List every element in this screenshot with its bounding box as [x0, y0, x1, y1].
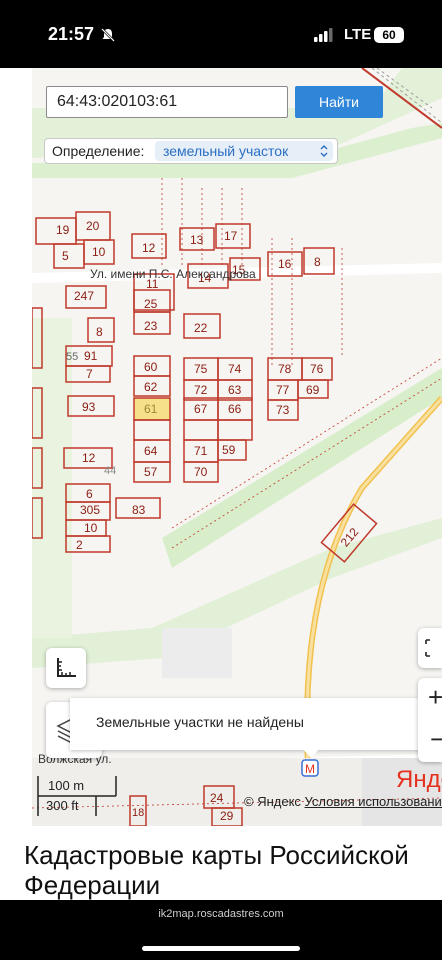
parcel-label: 74	[228, 362, 242, 376]
parcel-label: 75	[194, 362, 208, 376]
definition-selector: Определение: земельный участок	[44, 138, 338, 164]
parcel-label: 8	[96, 325, 103, 339]
parcel-label: 73	[276, 403, 290, 417]
ruler-button[interactable]	[46, 648, 86, 688]
parcel-label: 25	[144, 297, 158, 311]
parcel-label: 62	[144, 380, 158, 394]
web-content: 19 20 10 5 12 13 17 15 14 16 8 11 247 25…	[0, 68, 442, 900]
terms-link[interactable]: Условия использования	[305, 794, 442, 809]
parcel-label: 6	[86, 487, 93, 501]
parcel-label: 57	[144, 465, 158, 479]
battery-indicator: 60	[374, 27, 404, 43]
map-copyright: © Яндекс Условия использования	[244, 794, 442, 809]
parcel-label: 13	[190, 233, 204, 247]
parcel-label: 12	[82, 451, 96, 465]
signal-icon	[314, 28, 333, 42]
browser-bar: ik2map.roscadastres.com	[0, 900, 442, 960]
parcel-label: 60	[144, 360, 158, 374]
parcel-label: 70	[194, 465, 208, 479]
page-title: Кадастровые карты Российской Федерации	[24, 840, 409, 900]
parcel-label: 72	[194, 383, 208, 397]
bell-slash-icon	[101, 28, 115, 42]
parcel-label: 24	[210, 791, 224, 805]
scale-meters: 100 m	[48, 778, 85, 793]
zoom-controls: + −	[418, 678, 442, 762]
status-bar: 21:57 LTE 60	[0, 0, 442, 68]
parcel-label: 78	[278, 362, 292, 376]
street-label: Ул. имени П.С. Александрова	[90, 267, 256, 281]
parcel-label: 69	[306, 383, 320, 397]
parcel-label: 71	[194, 444, 208, 458]
parcel-label: 64	[144, 444, 158, 458]
parcel-label: 44	[104, 465, 116, 477]
parcel-label: 93	[82, 400, 96, 414]
definition-selected-value: земельный участок	[163, 143, 289, 159]
parcel-label: 63	[228, 383, 242, 397]
parcel-label: 7	[86, 367, 93, 381]
parcel-label: 83	[132, 503, 146, 517]
map-brand-logo: Янде	[396, 766, 442, 793]
search-input-value: 64:43:020103:61	[57, 93, 178, 110]
popup-pointer	[302, 748, 320, 758]
parcel-label: 29	[220, 809, 234, 823]
parcel-label: 2	[76, 538, 83, 552]
parcel-label: 247	[74, 289, 94, 303]
status-time: 21:57	[48, 24, 95, 44]
not-found-message: Земельные участки не найдены	[96, 714, 304, 730]
cadastral-search-input[interactable]: 64:43:020103:61	[46, 86, 288, 118]
parcel-label: 22	[194, 321, 208, 335]
parcel-label: 59	[222, 443, 236, 457]
definition-label: Определение:	[52, 143, 145, 159]
parcel-label: 77	[276, 383, 290, 397]
parcel-label: 23	[144, 319, 158, 333]
not-found-popup: Земельные участки не найдены	[70, 698, 420, 758]
copyright-text: © Яндекс	[244, 794, 301, 809]
fullscreen-icon	[425, 639, 430, 657]
parcel-label: 91	[84, 349, 98, 363]
parcel-label: 76	[310, 362, 324, 376]
parcel-label: 305	[80, 503, 100, 517]
parcel-label: 20	[86, 219, 100, 233]
svg-text:M: M	[305, 762, 315, 776]
fullscreen-button[interactable]	[418, 628, 442, 668]
parcel-label: 17	[224, 229, 238, 243]
parcel-label: 10	[92, 245, 106, 259]
parcel-label: 8	[314, 255, 321, 269]
parcel-label: 10	[84, 521, 98, 535]
parcel-label: 16	[278, 257, 292, 271]
parcel-label: 12	[142, 241, 156, 255]
url-label[interactable]: ik2map.roscadastres.com	[0, 908, 442, 920]
parcel-label: 18	[132, 807, 144, 819]
ruler-icon	[57, 658, 76, 677]
parcel-label: 5	[62, 249, 69, 263]
home-indicator[interactable]	[142, 946, 300, 951]
zoom-in-button[interactable]: +	[428, 682, 442, 713]
parcel-label: 66	[228, 402, 242, 416]
network-type: LTE	[344, 26, 372, 43]
metro-icon: M	[301, 759, 319, 777]
parcel-label: 19	[56, 223, 70, 237]
definition-type-select[interactable]: земельный участок	[155, 141, 333, 161]
parcel-label: 55	[66, 351, 78, 363]
chevron-updown-icon	[320, 145, 328, 157]
parcel-label-selected: 61	[144, 402, 158, 416]
zoom-out-button[interactable]: −	[430, 724, 442, 755]
find-button[interactable]: Найти	[295, 86, 383, 118]
scale-feet: 300 ft	[46, 798, 79, 813]
parcel-label: 67	[194, 402, 208, 416]
